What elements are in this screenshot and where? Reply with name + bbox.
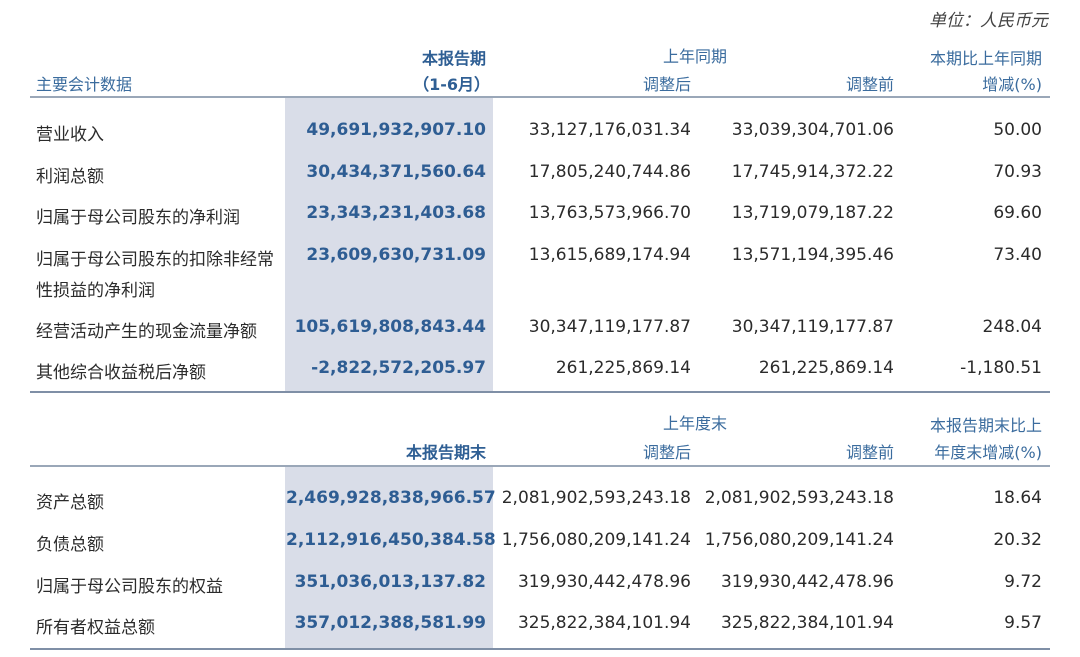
row-label: 归属于母公司股东的扣除非经常性损益的净利润 bbox=[36, 250, 274, 301]
before-value: 13,571,194,395.46 bbox=[731, 245, 894, 265]
current-value: 23,343,231,403.68 bbox=[306, 203, 486, 223]
adjusted-value: 261,225,869.14 bbox=[555, 358, 691, 378]
adjusted-value: 33,127,176,031.34 bbox=[528, 120, 691, 140]
row-label: 经营活动产生的现金流量净额 bbox=[36, 322, 257, 342]
change-value: 18.64 bbox=[993, 488, 1042, 508]
change-value: 50.00 bbox=[993, 120, 1042, 140]
current-value: 49,691,932,907.10 bbox=[306, 120, 486, 140]
current-value: 351,036,013,137.82 bbox=[294, 572, 486, 592]
change-value: 70.93 bbox=[993, 162, 1042, 182]
header-rule bbox=[30, 465, 1050, 467]
adjusted-value: 319,930,442,478.96 bbox=[517, 572, 691, 592]
header-rule bbox=[30, 96, 1050, 98]
change-value: 20.32 bbox=[993, 530, 1042, 550]
before-value: 325,822,384,101.94 bbox=[720, 613, 894, 633]
adjusted-value: 13,615,689,174.94 bbox=[528, 245, 691, 265]
change-value: 69.60 bbox=[993, 203, 1042, 223]
current-value: -2,822,572,205.97 bbox=[311, 358, 486, 378]
row-label: 负债总额 bbox=[36, 535, 104, 555]
header-current-period-range: （1-6月） bbox=[413, 75, 490, 94]
before-value: 17,745,914,372.22 bbox=[731, 162, 894, 182]
header-adjusted: 调整后 bbox=[642, 443, 691, 462]
current-value: 357,012,388,581.99 bbox=[294, 613, 486, 633]
header-adjusted: 调整后 bbox=[642, 75, 691, 94]
current-value: 2,112,916,450,384.58 bbox=[286, 530, 496, 550]
change-value: 9.72 bbox=[1004, 572, 1042, 592]
header-before-adjustment: 调整前 bbox=[845, 443, 894, 462]
section-divider bbox=[30, 391, 1050, 393]
row-label: 所有者权益总额 bbox=[36, 618, 155, 638]
adjusted-value: 17,805,240,744.86 bbox=[528, 162, 691, 182]
header-change: 本期比上年同期 bbox=[929, 49, 1042, 68]
adjusted-value: 30,347,119,177.87 bbox=[528, 317, 691, 337]
adjusted-value: 2,081,902,593,243.18 bbox=[501, 488, 691, 508]
header-change-unit: 增减(%) bbox=[982, 75, 1042, 94]
row-label: 资产总额 bbox=[36, 493, 104, 513]
header-current-period: 本报告期 bbox=[421, 49, 486, 68]
header-change-unit: 年度末增减(%) bbox=[934, 443, 1042, 462]
current-value: 105,619,808,843.44 bbox=[294, 317, 486, 337]
row-label: 利润总额 bbox=[36, 167, 104, 187]
before-value: 1,756,080,209,141.24 bbox=[704, 530, 894, 550]
current-value: 23,609,630,731.09 bbox=[306, 245, 486, 265]
header-change: 本报告期末比上 bbox=[929, 416, 1042, 435]
table-bottom-rule bbox=[30, 648, 1050, 650]
header-item: 主要会计数据 bbox=[36, 75, 133, 94]
change-value: 9.57 bbox=[1004, 613, 1042, 633]
change-value: -1,180.51 bbox=[960, 358, 1042, 378]
row-label: 归属于母公司股东的权益 bbox=[36, 577, 223, 597]
current-value: 30,434,371,560.64 bbox=[306, 162, 486, 182]
before-value: 33,039,304,701.06 bbox=[731, 120, 894, 140]
row-label: 其他综合收益税后净额 bbox=[36, 363, 206, 383]
header-prior-period: 上年同期 bbox=[662, 47, 727, 66]
row-label: 营业收入 bbox=[36, 125, 104, 145]
change-value: 248.04 bbox=[982, 317, 1042, 337]
row-label: 归属于母公司股东的净利润 bbox=[36, 208, 240, 228]
before-value: 319,930,442,478.96 bbox=[720, 572, 894, 592]
before-value: 30,347,119,177.87 bbox=[731, 317, 894, 337]
unit-note: 单位：人民币元 bbox=[929, 11, 1048, 31]
before-value: 13,719,079,187.22 bbox=[731, 203, 894, 223]
adjusted-value: 13,763,573,966.70 bbox=[528, 203, 691, 223]
change-value: 73.40 bbox=[993, 245, 1042, 265]
before-value: 261,225,869.14 bbox=[758, 358, 894, 378]
header-before-adjustment: 调整前 bbox=[845, 75, 894, 94]
adjusted-value: 325,822,384,101.94 bbox=[517, 613, 691, 633]
adjusted-value: 1,756,080,209,141.24 bbox=[501, 530, 691, 550]
before-value: 2,081,902,593,243.18 bbox=[704, 488, 894, 508]
header-current-period-end: 本报告期末 bbox=[405, 443, 486, 462]
current-value: 2,469,928,838,966.57 bbox=[286, 488, 496, 508]
header-prior-year-end: 上年度末 bbox=[662, 414, 727, 433]
